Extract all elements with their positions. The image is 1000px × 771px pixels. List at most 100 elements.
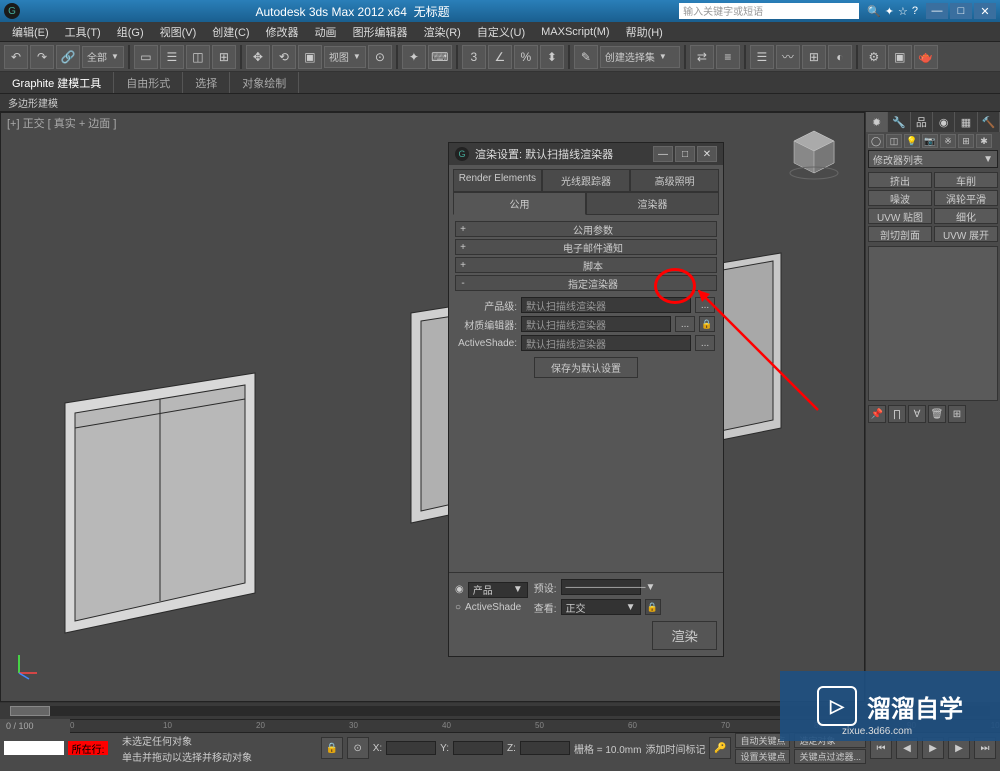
select-region-button[interactable]: ◫ xyxy=(186,45,210,69)
tool-icon[interactable]: ✦ xyxy=(885,5,894,18)
tool-icon[interactable]: 🔍 xyxy=(867,5,881,18)
product-radio[interactable]: ◉ 产品▼ xyxy=(455,582,528,598)
keyfilter-button[interactable]: 关键点过滤器... xyxy=(794,749,866,764)
editnamed-button[interactable]: ✎ xyxy=(574,45,598,69)
dialog-maximize-button[interactable]: □ xyxy=(675,146,695,162)
setkey-button[interactable]: 设置关键点 xyxy=(735,749,790,764)
align-button[interactable]: ≡ xyxy=(716,45,740,69)
menu-create[interactable]: 创建(C) xyxy=(204,24,257,40)
save-defaults-button[interactable]: 保存为默认设置 xyxy=(534,357,638,378)
tab-advanced-lighting[interactable]: 高级照明 xyxy=(630,169,719,192)
configure-sets-icon[interactable]: ⊞ xyxy=(948,405,966,423)
search-input[interactable]: 输入关键字或短语 xyxy=(679,3,859,19)
rollout-scripts[interactable]: +脚本 xyxy=(455,257,717,273)
ribbon-tab-graphite[interactable]: Graphite 建模工具 xyxy=(0,72,114,93)
rollout-common-params[interactable]: +公用参数 xyxy=(455,221,717,237)
modifier-button[interactable]: 剖切剖面 xyxy=(868,226,932,242)
selection-filter-dropdown[interactable]: 全部▼ xyxy=(82,46,124,68)
subtab-icon[interactable]: ◯ xyxy=(868,134,884,148)
manipulate-button[interactable]: ✦ xyxy=(402,45,426,69)
make-unique-icon[interactable]: ∀ xyxy=(908,405,926,423)
subtab-icon[interactable]: 💡 xyxy=(904,134,920,148)
motion-tab-icon[interactable]: ◉ xyxy=(933,112,955,132)
menu-tools[interactable]: 工具(T) xyxy=(57,24,109,40)
ribbon-tab-freeform[interactable]: 自由形式 xyxy=(114,72,183,93)
key-icon[interactable]: 🔑 xyxy=(709,737,731,759)
mirror-button[interactable]: ⇄ xyxy=(690,45,714,69)
scale-button[interactable]: ▣ xyxy=(298,45,322,69)
close-button[interactable]: ✕ xyxy=(974,3,996,19)
select-button[interactable]: ▭ xyxy=(134,45,158,69)
menu-view[interactable]: 视图(V) xyxy=(152,24,205,40)
render-button[interactable]: 🫖 xyxy=(914,45,938,69)
ribbon-tab-objectpaint[interactable]: 对象绘制 xyxy=(230,72,299,93)
modifier-button[interactable]: 车削 xyxy=(934,172,998,188)
time-slider-thumb[interactable] xyxy=(10,706,50,716)
x-input[interactable] xyxy=(386,741,436,755)
select-name-button[interactable]: ☰ xyxy=(160,45,184,69)
menu-modifiers[interactable]: 修改器 xyxy=(258,24,307,40)
dialog-minimize-button[interactable]: — xyxy=(653,146,673,162)
modifier-button[interactable]: 细化 xyxy=(934,208,998,224)
percent-snap-button[interactable]: % xyxy=(514,45,538,69)
layers-button[interactable]: ☰ xyxy=(750,45,774,69)
tool-icon[interactable]: ☆ xyxy=(898,5,908,18)
subtab-icon[interactable]: ※ xyxy=(940,134,956,148)
link-button[interactable]: 🔗 xyxy=(56,45,80,69)
snap-button[interactable]: 3 xyxy=(462,45,486,69)
modifier-button[interactable]: UVW 展开 xyxy=(934,226,998,242)
tab-render-elements[interactable]: Render Elements xyxy=(453,169,542,192)
product-choose-button[interactable]: ... xyxy=(695,297,715,313)
modifier-button[interactable]: 挤出 xyxy=(868,172,932,188)
modifier-button[interactable]: 涡轮平滑 xyxy=(934,190,998,206)
viewport-label[interactable]: [+] 正交 [ 真实 + 边面 ] xyxy=(7,115,116,131)
menu-maxscript[interactable]: MAXScript(M) xyxy=(533,26,617,38)
activeshade-choose-button[interactable]: ... xyxy=(695,335,715,351)
menu-customize[interactable]: 自定义(U) xyxy=(469,24,533,40)
viewport[interactable]: [+] 正交 [ 真实 + 边面 ] xyxy=(0,112,865,702)
display-tab-icon[interactable]: ▦ xyxy=(955,112,977,132)
schematic-button[interactable]: ⊞ xyxy=(802,45,826,69)
view-dropdown[interactable]: 正交▼ xyxy=(561,599,641,615)
lock-view-icon[interactable]: 🔒 xyxy=(645,599,661,615)
ribbon-tab-selection[interactable]: 选择 xyxy=(183,72,230,93)
z-input[interactable] xyxy=(520,741,570,755)
rotate-button[interactable]: ⟲ xyxy=(272,45,296,69)
material-editor-button[interactable]: ◐ xyxy=(828,45,852,69)
modifier-list-dropdown[interactable]: 修改器列表▼ xyxy=(868,150,998,168)
lock-selection-icon[interactable]: 🔒 xyxy=(321,737,343,759)
remove-modifier-icon[interactable]: 🗑 xyxy=(928,405,946,423)
window-crossing-button[interactable]: ⊞ xyxy=(212,45,236,69)
curve-editor-button[interactable]: 〰 xyxy=(776,45,800,69)
viewcube[interactable] xyxy=(784,123,844,183)
menu-help[interactable]: 帮助(H) xyxy=(618,24,671,40)
viewport-object[interactable] xyxy=(55,363,275,643)
move-button[interactable]: ✥ xyxy=(246,45,270,69)
rollout-assign-renderer[interactable]: -指定渲染器 xyxy=(455,275,717,291)
keyboard-button[interactable]: ⌨ xyxy=(428,45,452,69)
color-swatch[interactable] xyxy=(4,741,64,755)
modify-tab-icon[interactable]: 🔧 xyxy=(888,112,910,132)
utilities-tab-icon[interactable]: 🔨 xyxy=(978,112,1000,132)
pivot-button[interactable]: ⊙ xyxy=(368,45,392,69)
menu-edit[interactable]: 编辑(E) xyxy=(4,24,57,40)
spinner-snap-button[interactable]: ⬍ xyxy=(540,45,564,69)
menu-grapheditors[interactable]: 图形编辑器 xyxy=(345,24,416,40)
app-icon[interactable]: G xyxy=(4,3,20,19)
modifier-button[interactable]: UVW 贴图 xyxy=(868,208,932,224)
subtab-icon[interactable]: ◫ xyxy=(886,134,902,148)
subtab-icon[interactable]: ⊞ xyxy=(958,134,974,148)
axis-gizmo[interactable] xyxy=(11,651,41,681)
angle-snap-button[interactable]: ∠ xyxy=(488,45,512,69)
preset-dropdown[interactable]: ————————▼ xyxy=(561,579,641,595)
tab-renderer[interactable]: 渲染器 xyxy=(586,192,719,215)
undo-button[interactable]: ↶ xyxy=(4,45,28,69)
hierarchy-tab-icon[interactable]: 品 xyxy=(911,112,933,132)
lock-icon[interactable]: 🔒 xyxy=(699,316,715,332)
pin-stack-icon[interactable]: 📌 xyxy=(868,405,886,423)
y-input[interactable] xyxy=(453,741,503,755)
add-time-tag[interactable]: 添加时间标记 xyxy=(645,741,705,756)
menu-animation[interactable]: 动画 xyxy=(307,24,345,40)
dialog-titlebar[interactable]: G 渲染设置: 默认扫描线渲染器 — □ ✕ xyxy=(449,143,723,165)
location-swatch[interactable]: 所在行: xyxy=(68,741,108,755)
